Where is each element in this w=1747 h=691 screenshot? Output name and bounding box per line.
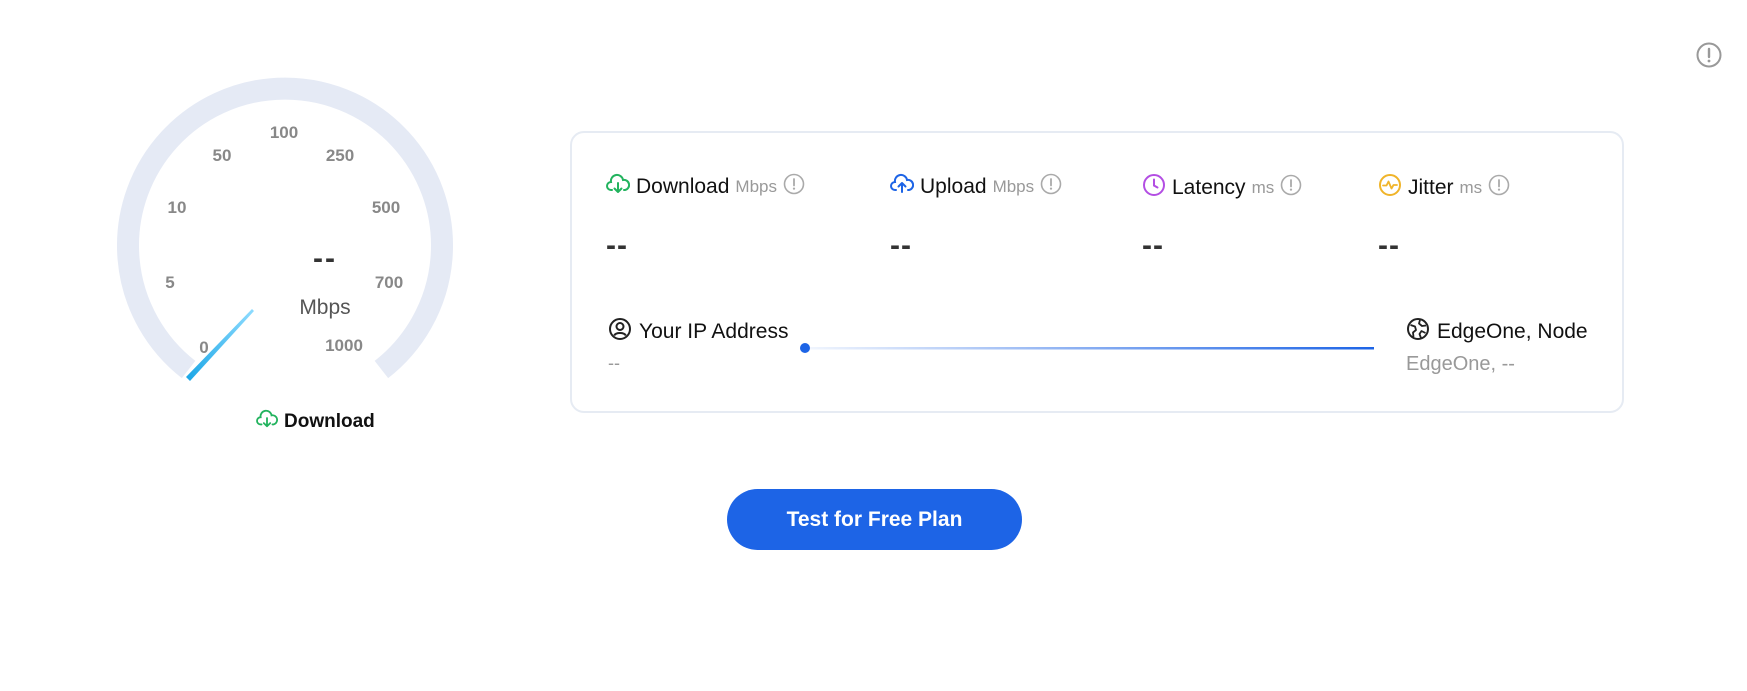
- gauge-value: --: [313, 242, 337, 275]
- metric-label: Upload: [920, 174, 987, 198]
- connection-dot: [800, 343, 810, 353]
- metric-jitter: Jitter ms: [1378, 173, 1510, 202]
- metric-unit: ms: [1459, 177, 1483, 197]
- globe-icon: [1406, 317, 1430, 347]
- gauge-caption: Download: [256, 409, 375, 435]
- test-free-plan-button[interactable]: Test for Free Plan: [727, 489, 1022, 550]
- tick-label-5: 5: [165, 273, 174, 292]
- tick-label-50: 50: [213, 146, 232, 165]
- ip-address-title: Your IP Address: [608, 317, 788, 347]
- tick-label-0: 0: [199, 338, 208, 357]
- metric-value-latency: --: [1142, 229, 1164, 262]
- metric-unit: ms: [1251, 177, 1275, 197]
- info-icon[interactable]: [1488, 174, 1510, 201]
- metric-value-jitter: --: [1378, 229, 1400, 262]
- tick-label-10: 10: [168, 198, 187, 217]
- metric-label: Jitter: [1408, 175, 1454, 199]
- info-icon[interactable]: [783, 173, 805, 200]
- tick-label-100: 100: [270, 123, 298, 142]
- ip-address-value: --: [608, 353, 620, 373]
- info-icon[interactable]: [1040, 173, 1062, 200]
- node-value: EdgeOne, --: [1406, 353, 1515, 375]
- cloud-upload-icon: [890, 173, 915, 200]
- metric-value-download: --: [606, 229, 628, 262]
- metric-upload: Upload Mbps: [890, 173, 1062, 200]
- stats-card: Download Mbps -- Upload Mbps -- Latency: [570, 131, 1624, 413]
- cloud-download-icon: [606, 173, 631, 200]
- metric-latency: Latency ms: [1142, 173, 1302, 202]
- info-icon[interactable]: [1696, 42, 1722, 68]
- metric-label: Latency: [1172, 175, 1246, 199]
- user-icon: [608, 317, 632, 347]
- node-label: EdgeOne, Node: [1437, 320, 1588, 343]
- metric-unit: Mbps: [735, 176, 777, 196]
- info-icon[interactable]: [1280, 174, 1302, 201]
- metric-value-upload: --: [890, 229, 912, 262]
- gauge-needle: [186, 309, 254, 381]
- clock-icon: [1142, 173, 1166, 202]
- pulse-icon: [1378, 173, 1402, 202]
- cloud-download-icon: [256, 409, 278, 435]
- tick-label-1000: 1000: [325, 336, 363, 355]
- tick-label-250: 250: [326, 146, 354, 165]
- connection-line: [800, 343, 1374, 353]
- ip-address-label: Your IP Address: [639, 320, 789, 343]
- metric-unit: Mbps: [992, 176, 1035, 196]
- gauge-unit: Mbps: [299, 296, 351, 319]
- metric-label: Download: [636, 174, 730, 198]
- metric-download: Download Mbps: [606, 173, 805, 200]
- gauge-caption-label: Download: [284, 411, 375, 432]
- node-title: EdgeOne, Node: [1406, 317, 1588, 347]
- tick-label-500: 500: [372, 198, 400, 217]
